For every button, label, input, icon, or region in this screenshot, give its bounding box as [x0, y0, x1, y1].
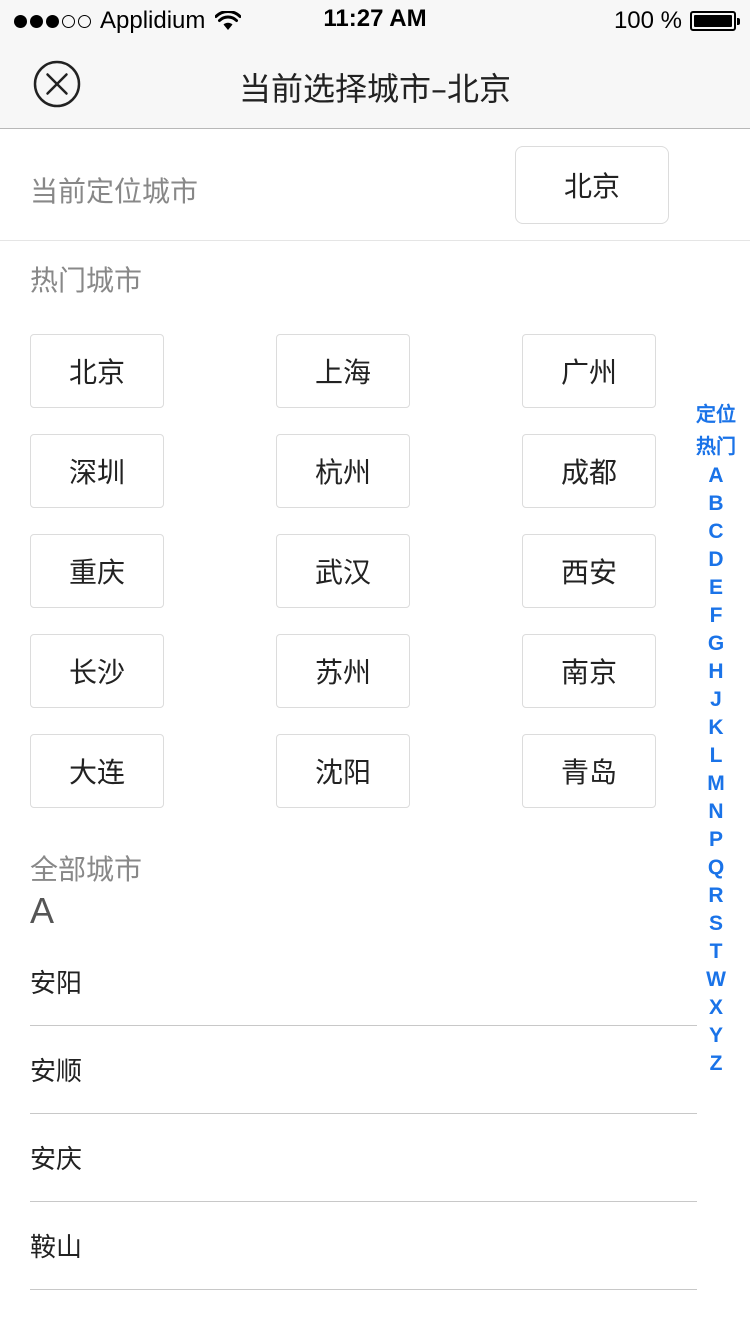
status-right: 100 %	[613, 6, 740, 36]
index-item[interactable]: N	[708, 798, 723, 826]
index-item[interactable]: T	[710, 938, 723, 966]
status-bar: Applidium 11:27 AM 100 %	[0, 0, 750, 40]
hot-city-button[interactable]: 上海	[276, 334, 410, 408]
letter-heading: A	[30, 890, 55, 931]
current-location-row: 当前定位城市 北京	[0, 130, 750, 241]
all-cities-title: 全部城市	[30, 853, 143, 886]
index-item[interactable]: H	[708, 658, 723, 686]
battery-fill	[694, 15, 732, 27]
hot-city-button[interactable]: 重庆	[30, 534, 164, 608]
index-item[interactable]: D	[708, 546, 723, 574]
index-item[interactable]: K	[708, 714, 723, 742]
hot-city-button[interactable]: 西安	[522, 534, 656, 608]
list-item[interactable]: 安阳	[30, 938, 697, 1026]
battery-icon	[690, 11, 740, 31]
index-item[interactable]: W	[706, 966, 726, 994]
index-item[interactable]: A	[708, 462, 723, 490]
city-list: 安阳 安顺 安庆 鞍山	[30, 938, 697, 1290]
page-title: 当前选择城市–北京	[238, 70, 511, 108]
nav-bar: 当前选择城市–北京	[0, 40, 750, 129]
hot-city-button[interactable]: 青岛	[522, 734, 656, 808]
index-item[interactable]: P	[709, 826, 723, 854]
index-item[interactable]: Y	[709, 1022, 723, 1050]
hot-city-button[interactable]: 武汉	[276, 534, 410, 608]
index-item[interactable]: Z	[710, 1050, 723, 1078]
index-item[interactable]: E	[709, 574, 723, 602]
battery-tip	[737, 18, 740, 25]
hot-city-button[interactable]: 广州	[522, 334, 656, 408]
alphabet-index[interactable]: 定位 热门 A B C D E F G H J K L M N P Q R S T W X Y Z	[688, 398, 744, 1078]
hot-cities-title: 热门城市	[30, 264, 143, 297]
index-item[interactable]: B	[708, 490, 723, 518]
index-item[interactable]: G	[708, 630, 724, 658]
index-item[interactable]: X	[709, 994, 723, 1022]
index-item[interactable]: M	[707, 770, 725, 798]
hot-city-button[interactable]: 沈阳	[276, 734, 410, 808]
battery-percent: 100 %	[613, 7, 682, 34]
hot-city-button[interactable]: 深圳	[30, 434, 164, 508]
index-item[interactable]: Q	[708, 854, 724, 882]
index-item[interactable]: R	[708, 882, 723, 910]
current-location-city-button[interactable]: 北京	[515, 146, 669, 224]
current-location-label: 当前定位城市	[30, 175, 199, 208]
index-item[interactable]: C	[708, 518, 723, 546]
index-item[interactable]: 热门	[696, 430, 736, 462]
hot-city-button[interactable]: 苏州	[276, 634, 410, 708]
index-item[interactable]: S	[709, 910, 723, 938]
list-item[interactable]: 安庆	[30, 1114, 697, 1202]
index-item[interactable]: F	[710, 602, 723, 630]
hot-city-button[interactable]: 杭州	[276, 434, 410, 508]
index-item[interactable]: J	[710, 686, 722, 714]
hot-city-button[interactable]: 北京	[30, 334, 164, 408]
list-item[interactable]: 安顺	[30, 1026, 697, 1114]
hot-city-button[interactable]: 大连	[30, 734, 164, 808]
list-item[interactable]: 鞍山	[30, 1202, 697, 1290]
hot-city-button[interactable]: 长沙	[30, 634, 164, 708]
index-item[interactable]: 定位	[696, 398, 736, 430]
hot-city-button[interactable]: 南京	[522, 634, 656, 708]
hot-city-button[interactable]: 成都	[522, 434, 656, 508]
index-item[interactable]: L	[710, 742, 723, 770]
